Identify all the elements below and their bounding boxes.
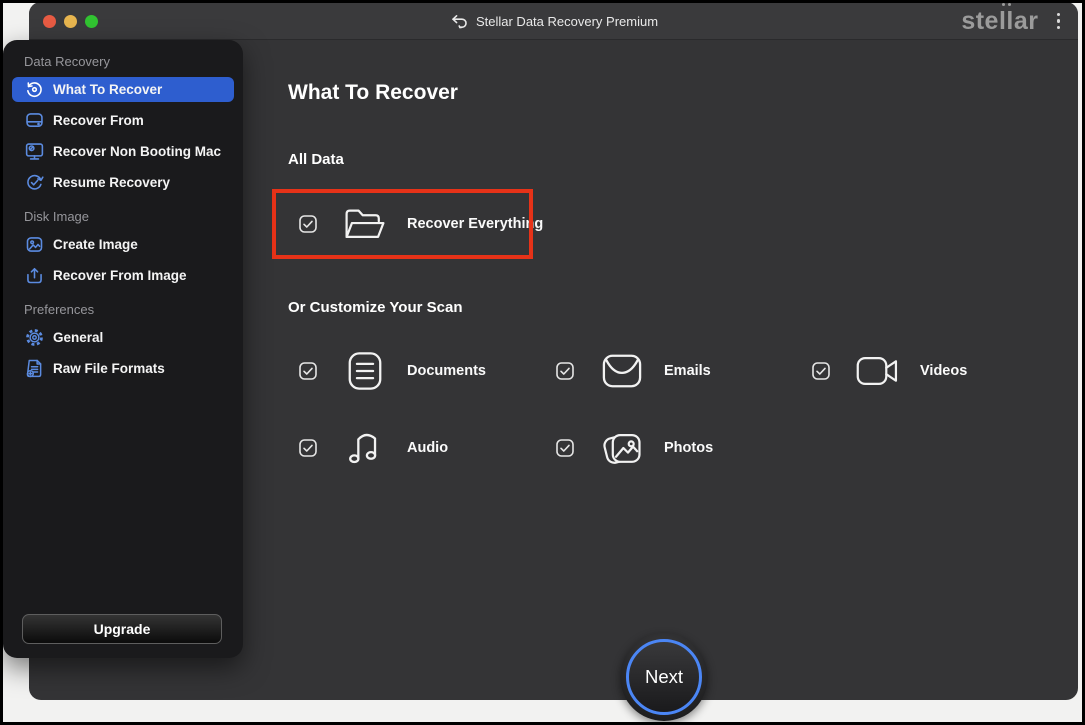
titlebar-right: stellar [961,2,1062,40]
emails-checkbox[interactable] [556,362,574,380]
stellar-logo: stellar [961,9,1038,34]
sidebar-item-label: Create Image [53,237,138,252]
next-button[interactable]: Next [620,633,708,721]
sidebar-item-label: General [53,330,103,345]
sidebar-item-resume-recovery[interactable]: Resume Recovery [12,170,234,195]
logo-dots-icon [999,3,1014,6]
sidebar-item-create-image[interactable]: Create Image [12,232,234,257]
scan-item-recover-everything: Recover Everything [299,200,543,248]
documents-checkbox[interactable] [299,362,317,380]
scan-item-label: Documents [407,363,486,379]
sidebar-item-recover-from[interactable]: Recover From [12,108,234,133]
sidebar-item-label: Recover Non Booting Mac [53,144,221,159]
sidebar-section-header: Disk Image [24,209,243,224]
documents-icon [342,349,388,393]
upgrade-button[interactable]: Upgrade [22,614,222,644]
folder-icon [342,202,388,246]
photos-icon [599,426,645,470]
page-title: What To Recover [288,81,458,105]
window-title: Stellar Data Recovery Premium [476,14,658,29]
recover-everything-checkbox[interactable] [299,215,317,233]
scan-item-emails: Emails [556,347,711,395]
drive-icon [23,110,45,132]
sidebar: Data Recovery What To Recover Recover Fr… [3,40,243,658]
next-button-ring: Next [626,639,702,715]
sidebar-item-label: What To Recover [53,82,162,97]
customize-heading: Or Customize Your Scan [288,299,463,316]
raw-file-icon [23,358,45,380]
scan-item-label: Emails [664,363,711,379]
scan-item-videos: Videos [812,347,967,395]
audio-checkbox[interactable] [299,439,317,457]
all-data-heading: All Data [288,151,344,168]
audio-icon [342,426,388,470]
recover-from-image-icon [23,265,45,287]
scan-item-label: Photos [664,440,713,456]
videos-icon [855,349,901,393]
scan-item-audio: Audio [299,424,448,472]
sidebar-item-label: Raw File Formats [53,361,165,376]
titlebar-title-group: Stellar Data Recovery Premium [29,2,1078,40]
next-button-label: Next [645,666,683,688]
sidebar-section-header: Preferences [24,302,243,317]
emails-icon [599,349,645,393]
scan-item-label: Audio [407,440,448,456]
scan-item-documents: Documents [299,347,486,395]
sidebar-item-general[interactable]: General [12,325,234,350]
sidebar-item-label: Recover From [53,113,144,128]
back-arrow-icon[interactable] [449,13,468,29]
sidebar-section-header: Data Recovery [24,54,243,69]
videos-checkbox[interactable] [812,362,830,380]
non-booting-mac-icon [23,141,45,163]
sidebar-item-recover-non-booting-mac[interactable]: Recover Non Booting Mac [12,139,234,164]
page-background-strip [3,700,1082,722]
gear-icon [23,327,45,349]
restore-icon [23,79,45,101]
scan-item-photos: Photos [556,424,713,472]
sidebar-item-label: Recover From Image [53,268,187,283]
sidebar-item-what-to-recover[interactable]: What To Recover [12,77,234,102]
sidebar-item-recover-from-image[interactable]: Recover From Image [12,263,234,288]
photos-checkbox[interactable] [556,439,574,457]
titlebar: Stellar Data Recovery Premium stellar [29,2,1078,40]
kebab-menu-icon[interactable] [1055,9,1063,34]
scan-item-label: Recover Everything [407,216,543,232]
scan-item-label: Videos [920,363,967,379]
sidebar-item-label: Resume Recovery [53,175,170,190]
sidebar-item-raw-file-formats[interactable]: Raw File Formats [12,356,234,381]
create-image-icon [23,234,45,256]
resume-icon [23,172,45,194]
screenshot-root: Stellar Data Recovery Premium stellar Da… [0,0,1085,725]
